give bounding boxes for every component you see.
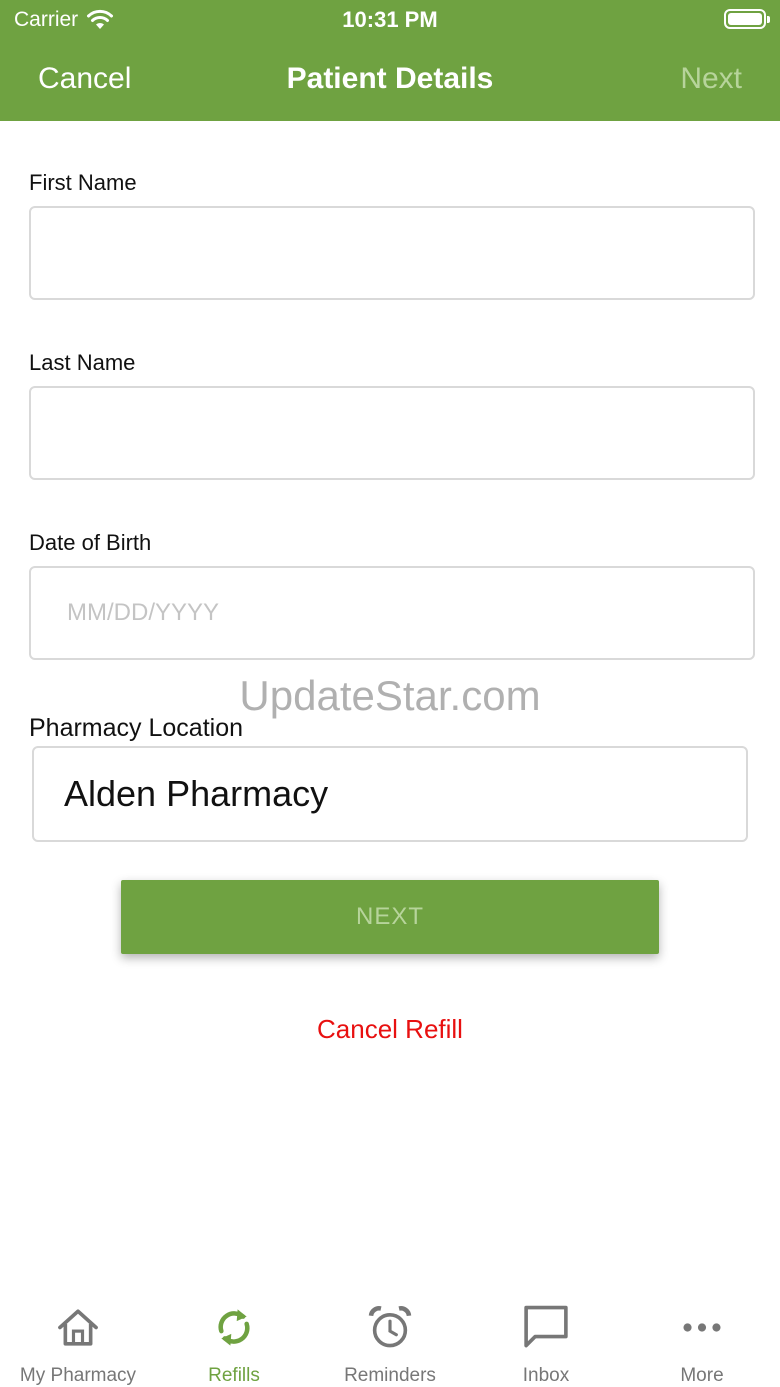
- pharmacy-location-select[interactable]: Alden Pharmacy: [32, 746, 748, 842]
- dob-field[interactable]: [29, 566, 755, 660]
- status-time: 10:31 PM: [342, 7, 438, 32]
- first-name-field[interactable]: [29, 206, 755, 300]
- tab-label: Refills: [208, 1365, 260, 1386]
- tab-label: My Pharmacy: [19, 1365, 137, 1386]
- nav-cancel-button[interactable]: Cancel: [38, 62, 131, 96]
- chat-bubble-icon: [524, 1305, 568, 1348]
- first-name-label: First Name: [29, 170, 137, 195]
- dob-label: Date of Birth: [29, 530, 152, 555]
- tab-label: More: [680, 1365, 724, 1386]
- cancel-refill-button[interactable]: Cancel Refill: [0, 1014, 780, 1045]
- header-bar: Carrier 10:31 PM Cancel Patient Details …: [0, 0, 780, 121]
- navigation-bar: Cancel Patient Details Next: [0, 40, 780, 121]
- tab-my-pharmacy[interactable]: My Pharmacy: [0, 1290, 156, 1387]
- last-name-label: Last Name: [29, 350, 136, 375]
- tab-more[interactable]: More: [624, 1290, 780, 1387]
- tab-refills[interactable]: Refills: [156, 1290, 312, 1387]
- last-name-field[interactable]: [29, 386, 755, 480]
- tab-label: Inbox: [522, 1365, 570, 1386]
- next-button[interactable]: NEXT: [121, 880, 659, 954]
- more-dots-icon: [683, 1323, 721, 1332]
- tab-bar: My Pharmacy Refills Reminders Inbox More: [0, 1290, 780, 1387]
- battery-icon: [724, 9, 770, 29]
- alarm-clock-icon: [368, 1306, 412, 1348]
- tab-inbox[interactable]: Inbox: [468, 1290, 624, 1387]
- pharmacy-location-value: Alden Pharmacy: [64, 773, 329, 814]
- tab-label: Reminders: [344, 1365, 436, 1386]
- refresh-icon: [218, 1309, 250, 1346]
- status-bar: Carrier 10:31 PM: [0, 0, 780, 40]
- nav-next-button[interactable]: Next: [680, 62, 742, 96]
- watermark: UpdateStar.com: [239, 672, 541, 719]
- home-icon: [58, 1309, 98, 1346]
- tab-reminders[interactable]: Reminders: [312, 1290, 468, 1387]
- pharmacy-location-label: Pharmacy Location: [29, 714, 244, 742]
